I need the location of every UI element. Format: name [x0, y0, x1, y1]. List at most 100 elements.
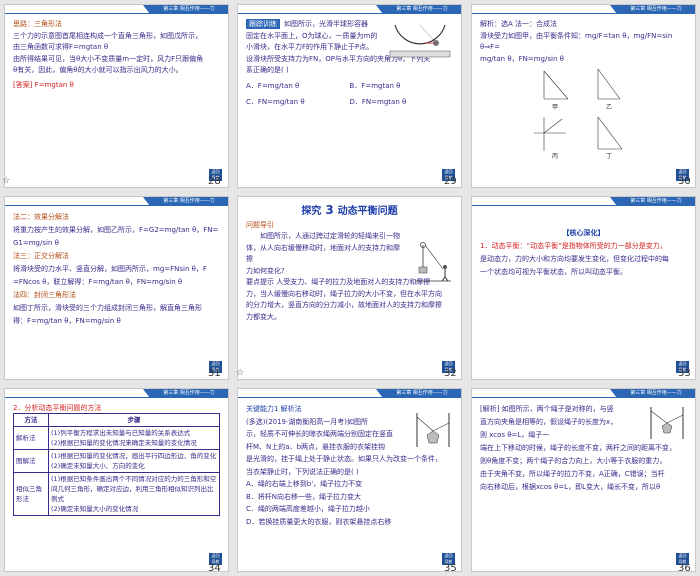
table-cell: (1)列平衡方程求出未知量与已知量的关系表达式 (2)根据已知量的变化情况来确定…: [48, 426, 220, 450]
option-b: B．将杆N向右移一些，绳子拉力变大: [246, 492, 362, 501]
slide-content: 【核心深化】 1．动态平衡：“动态平衡”是指物体所受的力一部分是变力， 是动态力…: [480, 227, 687, 363]
force-diagrams-figure: 甲 乙 丙 丁: [534, 68, 623, 159]
text-line: 向右移动后，根据xcos θ=L，即L变大，绳长不变，所以θ: [480, 483, 661, 491]
slide-thumbnail-36[interactable]: 第三章 相互作用——力 [解析] 如图所示，两个绳子是对称的，与竖 直方向夹角是…: [471, 388, 696, 572]
slide-header-label: 第三章 相互作用——力: [143, 389, 228, 398]
slide-header-bar: 第三章 相互作用——力: [5, 389, 228, 399]
option-d: D．若换挂质量更大的衣服，则衣架悬挂点右移: [246, 517, 392, 526]
slide-header-label: 第三章 相互作用——力: [376, 389, 461, 398]
pulley-person-figure: [415, 242, 451, 282]
slide-header-bar: 第三章 相互作用——力: [472, 389, 695, 399]
text-line: 的分力增大，竖直方向的分力减小，故地面对人的支持力和摩擦: [246, 301, 442, 309]
slide-thumbnail-35[interactable]: 第三章 相互作用——力 关键能力1 解析法 (多选)(2019·湖南衡阳高一月考…: [237, 388, 462, 572]
text-line: 得：F=mg/tan θ，FN=mg/sin θ: [13, 317, 121, 325]
slide-content: 法二：效果分解法 将重力按产生的效果分解，如图乙所示，F=G2=mg/tan θ…: [13, 211, 220, 363]
text-line: 思路：三角形法: [13, 20, 62, 28]
text-line: 滑块受力如图甲，由平衡条件知：mg/F=tan θ，mg/FN=sin θ⇒F=: [480, 31, 673, 52]
slide-header-bar: 第三章 相互作用——力: [238, 5, 461, 15]
section-heading: 【核心深化】: [562, 229, 605, 237]
text-line: 力，当人缓慢向右移动时，绳子拉力的大小不变，但在水平方向: [246, 289, 442, 298]
answer-line: [答案] F=mgtan θ: [13, 80, 74, 89]
option-a: A．绳的右端上移到b'，绳子拉力不变: [246, 480, 363, 488]
table-row: 图解法 (1)根据已知量的变化情况，画出平行四边形边、角的变化 (2)确定未知量…: [13, 449, 220, 473]
text-line: 如图所示，光滑半球形容器: [284, 20, 368, 28]
text-line: 由于夹角不变，所以绳子的拉力不变，A正确，C错误；当杆: [480, 470, 665, 478]
table-header: 方法: [13, 413, 49, 427]
slide-header-bar: 第三章 相互作用——力: [5, 5, 228, 15]
slide-thumbnail-31[interactable]: 第三章 相互作用——力 法二：效果分解法 将重力按产生的效果分解，如图乙所示，F…: [4, 196, 229, 380]
table-row: 解析法 (1)列平衡方程求出未知量与已知量的关系表达式 (2)根据已知量的变化情…: [13, 426, 220, 450]
slide-content: 思路：三角形法 三个力的示意图首尾相连构成一个直角三角形，如图戊所示， 由三角函…: [13, 19, 220, 171]
slide-number: 28: [208, 176, 221, 187]
text-line: θ有关，因此，偏角θ的大小就可以指示出风力的大小。: [13, 66, 183, 74]
text-line: 将滑块受的力水平、竖直分解，如图丙所示，mg=FNsin θ，F: [13, 265, 207, 273]
slide-thumbnail-34[interactable]: 第三章 相互作用——力 2．分析动态平衡问题的方法 方法 步骤 解析法 (1)列…: [4, 388, 229, 572]
slide-thumbnail-32[interactable]: 探究 3 动态平衡问题 问题导引 如图所示，人通过跨过定滑轮的轻绳来引一物 体，从人…: [237, 196, 462, 380]
text-line: 是光滑的，挂于绳上处于静止状态。如果只人为改变一个条件，: [246, 455, 442, 463]
slide-number: 34: [208, 563, 221, 574]
transition-star-icon: ☆: [2, 176, 11, 186]
slide-thumbnail-28[interactable]: 第三章 相互作用——力 思路：三角形法 三个力的示意图首尾相连构成一个直角三角形…: [4, 4, 229, 188]
table-cell: 图解法: [13, 449, 49, 473]
option-b: B．F=mgtan θ: [349, 81, 401, 90]
fig-label: 甲: [552, 104, 558, 111]
slide-number: 29: [444, 176, 457, 187]
fig-label: 丁: [606, 153, 612, 159]
section-tag: 跟踪训练: [246, 19, 280, 29]
slide-number: 30: [678, 176, 691, 187]
table-row: 相似三角形法 (1)根据已知条件画出两个不同情况对应的力的三角形和空间几何三角形…: [13, 472, 220, 516]
text-line: 解析：选A 法一：合成法: [480, 20, 558, 28]
option-a: A．F=mg/tan θ: [246, 81, 300, 90]
slide-number: 36: [678, 563, 691, 574]
fig-label: 乙: [606, 104, 612, 111]
slide-header-label: 第三章 相互作用——力: [610, 389, 695, 398]
text-line: =FNcos θ，联立解得：F=mg/tan θ，FN=mg/sin θ: [13, 278, 183, 286]
slide-number: 31: [208, 368, 221, 379]
slide-thumbnail-33[interactable]: 第三章 相互作用——力 【核心深化】 1．动态平衡：“动态平衡”是指物体所受的力…: [471, 196, 696, 380]
table-header: 步骤: [48, 413, 220, 427]
table-cell: 相似三角形法: [13, 472, 49, 516]
option-c: C．绳的两端高度差越小，绳子拉力越小: [246, 505, 370, 513]
hemisphere-figure: [389, 24, 451, 58]
text-line: 是动态力，力的大小和方向均要发生变化，但变化过程中的每: [480, 255, 669, 263]
slide-header-label: 第三章 相互作用——力: [610, 5, 695, 14]
slide-header-label: 第三章 相互作用——力: [143, 197, 228, 206]
slide-header-bar: 第三章 相互作用——力: [5, 197, 228, 207]
text-line: 1．动态平衡：“动态平衡”是指物体所受的力一部分是变力，: [480, 242, 667, 250]
text-line: 由所得结果可见，当θ大小不变质量m一定时，风力F只跟偏角: [13, 54, 204, 63]
text-line: 法二：效果分解法: [13, 213, 69, 221]
text-line: G1=mg/sin θ: [13, 239, 59, 247]
fig-label: 丙: [552, 153, 558, 159]
clothesline-analysis-figure: [650, 407, 684, 439]
slide-thumbnail-30[interactable]: 第三章 相互作用——力 解析：选A 法一：合成法 滑块受力如图甲，由平衡条件知：…: [471, 4, 696, 188]
text-line: 如图丁所示，滑块受的三个力组成封闭三角形，解直角三角形: [13, 304, 202, 312]
slide-header-bar: 第三章 相互作用——力: [472, 5, 695, 15]
clothesline-figure: [416, 413, 450, 447]
slide-thumbnail-29[interactable]: 第三章 相互作用——力 跟踪训练 如图所示，光滑半球形容器 固定在水平面上，O为球…: [237, 4, 462, 188]
text-line: 端在上下移动的时候，绳子的长度不变，两杆之间的距离不变，: [480, 444, 676, 452]
transition-star-icon: ☆: [236, 368, 245, 378]
text-line: 系正确的是( ): [246, 66, 289, 74]
text-line: 三个力的示意图首尾相连构成一个直角三角形，如图戊所示，: [13, 31, 202, 40]
slide-header-bar: 第三章 相互作用——力: [472, 197, 695, 207]
table-cell: 解析法: [13, 426, 49, 450]
text-line: 力都变大。: [246, 312, 281, 321]
option-c: C．FN=mg/tan θ: [246, 98, 305, 106]
text-line: 当衣架静止时，下列说法正确的是( ): [246, 467, 359, 476]
slide-header-label: 第三章 相互作用——力: [610, 197, 695, 206]
text-line: 一个状态均可视为平衡状态，所以叫动态平衡。: [480, 268, 627, 276]
table-cell: (1)根据已知条件画出两个不同情况对应的力的三角形和空间几何三角形，确定对应边，…: [48, 472, 220, 516]
slide-header-label: 第三章 相互作用——力: [376, 5, 461, 14]
text-line: 则θ角度不变；两个绳子的合力向上，大小等于衣服的重力，: [480, 457, 667, 465]
text-line: 法四：封闭三角形法: [13, 291, 76, 299]
slide-header-bar: 第三章 相互作用——力: [238, 389, 461, 399]
slide-number: 35: [444, 563, 457, 574]
methods-table: 方法 步骤 解析法 (1)列平衡方程求出未知量与已知量的关系表达式 (2)根据已…: [13, 413, 220, 516]
text-line: 将重力按产生的效果分解，如图乙所示，F=G2=mg/tan θ，FN=: [13, 226, 219, 234]
section-tag: 问题导引: [246, 220, 274, 229]
section-heading: 2．分析动态平衡问题的方法: [13, 404, 102, 412]
slide-number: 33: [678, 368, 691, 379]
section-title: 探究 3 动态平衡问题: [301, 203, 398, 217]
text-line: 由三角函数可求得F=mgtan θ: [13, 43, 109, 51]
slide-number: 32: [444, 368, 457, 379]
